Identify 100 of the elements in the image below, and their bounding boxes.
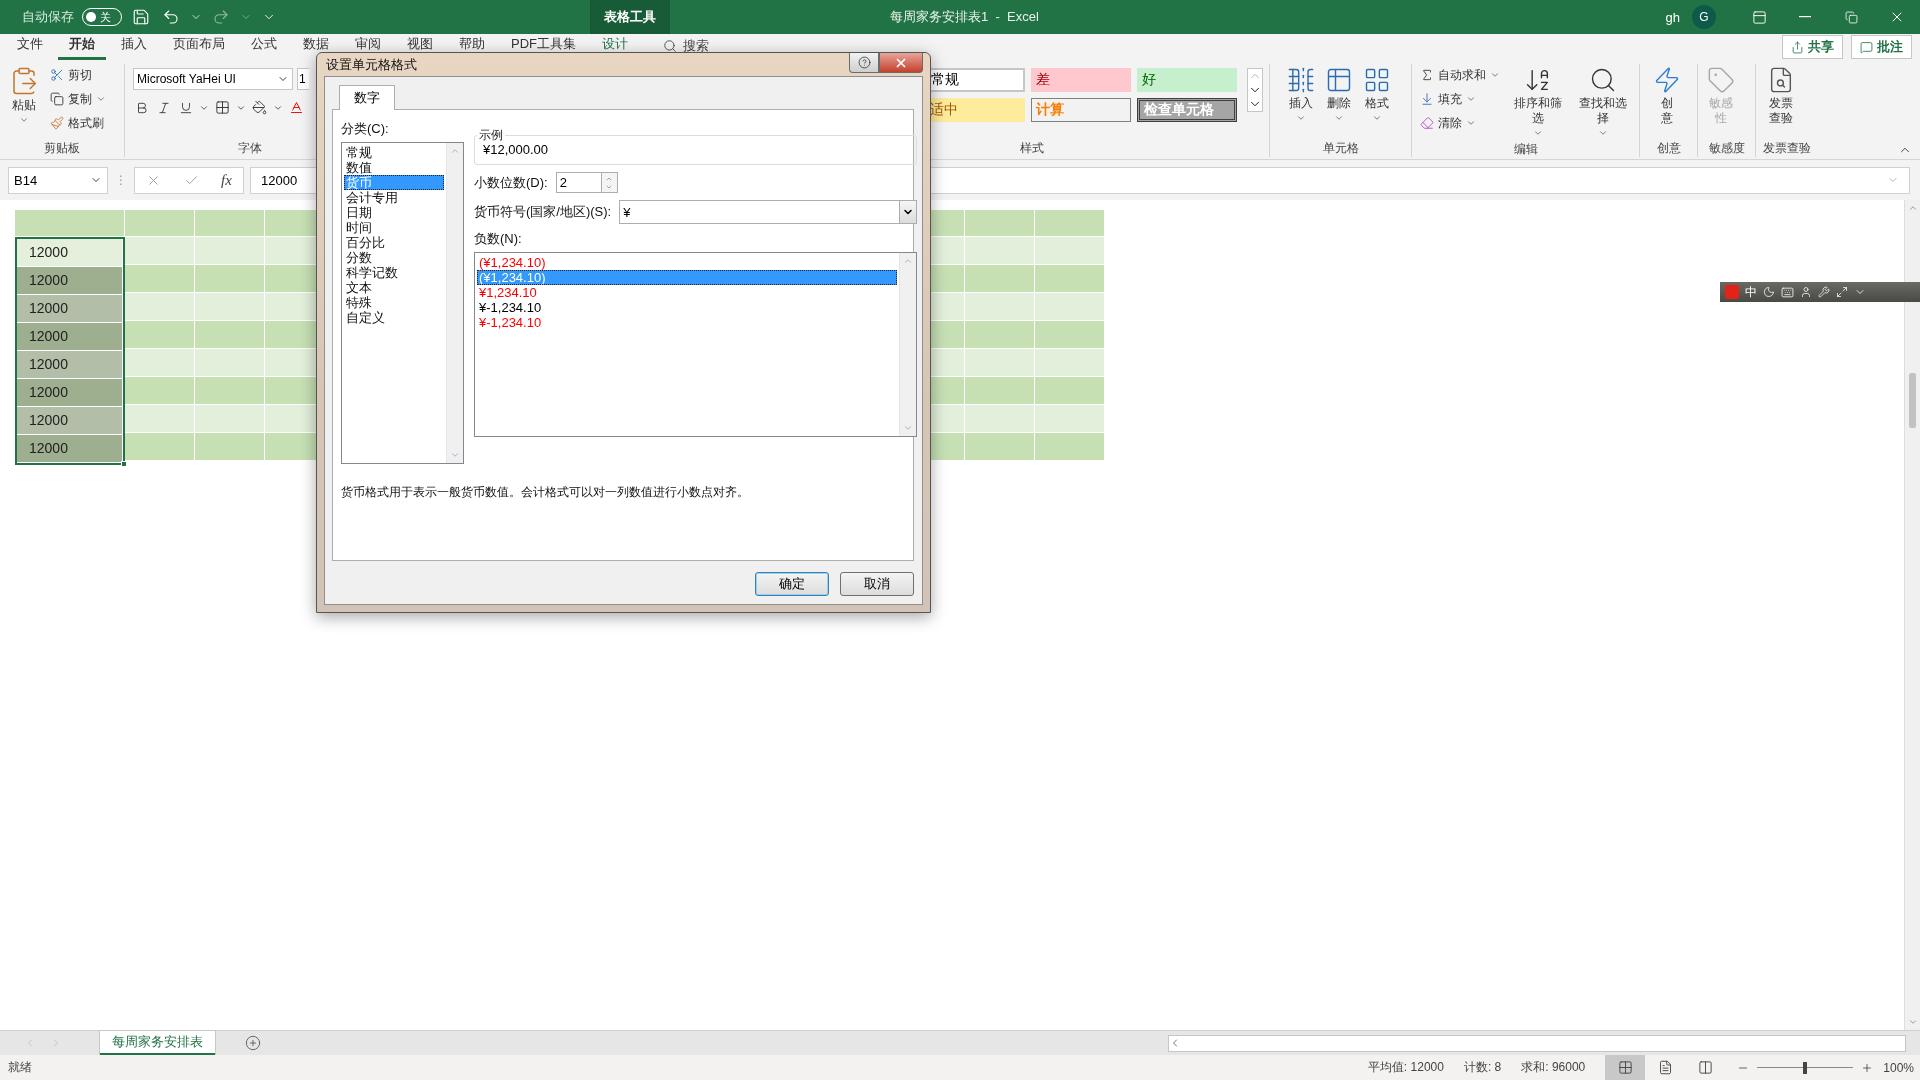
status-text: 就绪 [8, 1059, 32, 1076]
font-name-dropdown[interactable]: Microsoft YaHei UI [133, 68, 293, 90]
description-text: 货币格式用于表示一般货币数值。会计格式可以对一列数值进行小数点对齐。 [341, 484, 750, 501]
fill-handle[interactable] [121, 461, 127, 467]
negative-format-item[interactable]: ¥1,234.10 [477, 285, 897, 300]
share-button[interactable]: 共享 [1782, 35, 1843, 59]
dialog-tab[interactable]: 数字 [339, 85, 395, 110]
dropdown-button[interactable] [899, 201, 916, 223]
horizontal-scrollbar[interactable] [1168, 1034, 1906, 1052]
vertical-scrollbar[interactable] [1904, 200, 1920, 1030]
category-list[interactable]: 常规 数值 货币 会计专用 日期 时间 百分比 分数 科学记数 文本 特殊 自定义 [341, 142, 464, 464]
sort-filter-button[interactable]: 排序和筛选 [1508, 64, 1568, 140]
table-cell [195, 433, 265, 461]
table-cell [965, 321, 1035, 349]
scroll-down-icon [450, 450, 460, 460]
search-placeholder[interactable]: 搜索 [683, 36, 709, 55]
group-label: 单元格 [1322, 140, 1359, 157]
cell-style[interactable]: 差 [1031, 68, 1131, 92]
restore-icon [1844, 10, 1858, 24]
table-cell: 12000 [17, 351, 123, 379]
zoom-thumb[interactable] [1803, 1061, 1808, 1074]
borders-icon [215, 100, 230, 115]
insert-function-button[interactable]: fx [220, 171, 232, 189]
scrollbar-thumb[interactable] [1909, 373, 1916, 428]
sheet-tab[interactable]: 每周家务安排表 [100, 1031, 215, 1055]
avatar[interactable]: G [1692, 5, 1716, 29]
table-cell [1035, 265, 1105, 293]
group-label: 敏感度 [1708, 140, 1745, 157]
ribbon-tab[interactable]: 页面布局 [162, 34, 236, 60]
decimal-places-label: 小数位数(D): [474, 173, 548, 192]
table-cell [1035, 321, 1105, 349]
decimal-places-field[interactable]: 2 [555, 172, 602, 193]
comments-button[interactable]: 批注 [1851, 35, 1912, 59]
category-item[interactable]: 百分比 [344, 235, 444, 250]
fill-color-button[interactable] [250, 98, 269, 117]
table-cell [125, 321, 195, 349]
eraser-icon [1420, 116, 1434, 130]
ime-mode: 中 [1745, 283, 1757, 301]
table-cell [125, 377, 195, 405]
cancel-button[interactable]: 取消 [840, 572, 914, 596]
close-button[interactable] [879, 53, 923, 73]
category-item[interactable]: 分数 [344, 250, 444, 265]
clear-button[interactable]: 清除 [1418, 112, 1502, 134]
category-item[interactable]: 特殊 [344, 295, 444, 310]
negative-format-item[interactable]: ¥-1,234.10 [477, 300, 897, 315]
ribbon-tab[interactable]: 插入 [110, 34, 158, 60]
ribbon-tab[interactable]: 公式 [240, 34, 288, 60]
comment-icon [1860, 40, 1873, 54]
category-item[interactable]: 文本 [344, 280, 444, 295]
category-item[interactable]: 自定义 [344, 310, 444, 325]
fill-button[interactable]: 填充 [1418, 88, 1502, 110]
view-button[interactable] [1605, 1055, 1646, 1080]
borders-button[interactable] [213, 98, 232, 117]
format-painter-button[interactable]: 格式刷 [48, 112, 108, 134]
negative-format-item[interactable]: ¥-1,234.10 [477, 315, 897, 330]
currency-dropdown[interactable]: ¥ [619, 200, 917, 224]
table-cell [1035, 433, 1105, 461]
cells-button[interactable]: 插入 [1284, 64, 1318, 125]
invoice-check-button[interactable]: 发票查验 [1764, 64, 1798, 128]
cut-button[interactable]: 剪切 [48, 64, 108, 86]
table-cell [125, 405, 195, 433]
scroll-up-icon [903, 256, 913, 266]
caret-icon [1490, 70, 1500, 80]
ribbon-tab[interactable]: 设计 [591, 34, 639, 60]
ribbon-tab[interactable]: 帮助 [448, 34, 496, 60]
name-box[interactable]: B14 [8, 166, 108, 194]
negative-numbers-list[interactable]: (¥1,234.10) (¥1,234.10) ¥1,234.10 ¥-1,234.10 ¥-1,234.10 [474, 252, 917, 437]
category-item[interactable]: 科学记数 [344, 265, 444, 280]
ribbon-tab[interactable]: 文件 [6, 34, 54, 60]
cell-style[interactable]: 好 [1137, 68, 1237, 92]
group-label: 字体 [238, 140, 262, 157]
autosum-button[interactable]: 自动求和 [1418, 64, 1502, 86]
lightning-icon [1653, 66, 1681, 94]
italic-icon [157, 100, 171, 115]
copy-button[interactable]: 复制 [48, 88, 108, 110]
cells-button[interactable]: 格式 [1360, 64, 1394, 125]
save-icon [132, 8, 150, 26]
negative-format-item[interactable]: (¥1,234.10) [477, 255, 897, 270]
find-select-button[interactable]: 查找和选择 [1573, 64, 1633, 140]
table-cell [965, 210, 1035, 237]
paint-bucket-icon [252, 100, 267, 115]
help-button[interactable] [849, 53, 879, 73]
group-label: 样式 [1020, 140, 1044, 157]
table-cell [965, 265, 1035, 293]
table-cell [195, 237, 265, 265]
ribbon-tab[interactable]: PDF工具集 [500, 34, 587, 60]
gallery-scroll[interactable] [1247, 68, 1263, 112]
cells-button[interactable]: 删除 [1322, 64, 1356, 125]
ok-button[interactable]: 确定 [755, 572, 829, 596]
ideas-button[interactable]: 创意 [1650, 64, 1684, 128]
category-item[interactable]: 常规 [344, 145, 444, 160]
expand-icon [1836, 286, 1848, 298]
category-item[interactable]: 时间 [344, 220, 444, 235]
down-arrow-icon [1420, 92, 1434, 106]
category-item[interactable]: 日期 [344, 205, 444, 220]
font-size-field[interactable]: 1 [297, 68, 309, 90]
scroll-up-icon [1907, 203, 1918, 213]
table-cell [195, 265, 265, 293]
scroll-down-icon [1907, 1017, 1918, 1027]
paste-button[interactable]: 粘贴 [6, 64, 42, 127]
